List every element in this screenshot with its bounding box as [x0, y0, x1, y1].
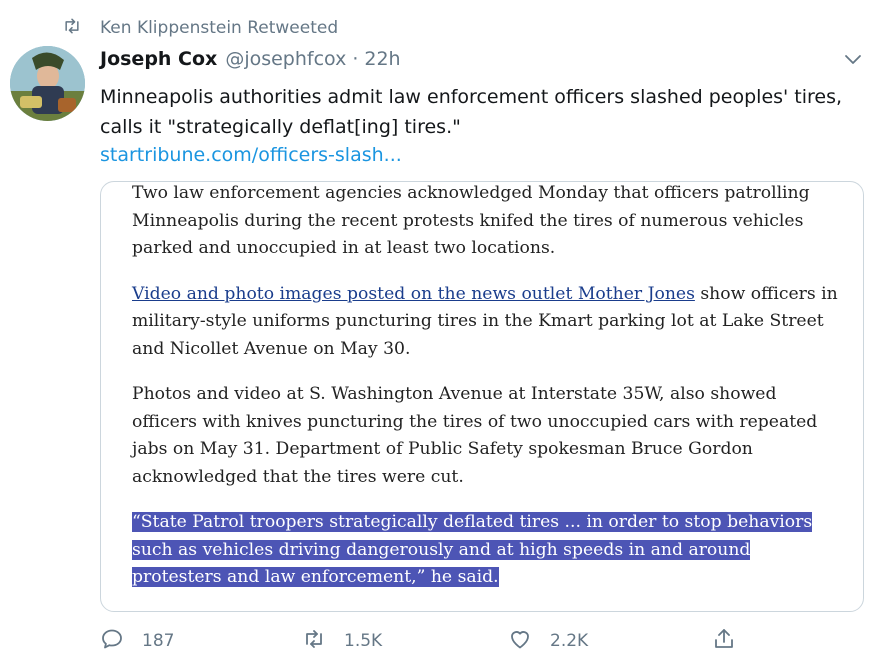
separator-dot: · [352, 48, 359, 70]
reply-count: 187 [142, 631, 175, 651]
media-card[interactable]: Two law enforcement agencies acknowledge… [100, 181, 864, 612]
tweet-timestamp[interactable]: 22h [364, 48, 400, 70]
author-name[interactable]: Joseph Cox [100, 48, 217, 70]
article-mother-jones-link: Video and photo images posted on the new… [132, 283, 695, 304]
share-button[interactable] [712, 624, 736, 658]
like-button[interactable]: 2.2K [508, 624, 588, 658]
retweet-icon [302, 627, 326, 655]
tweet-header: Joseph Cox @josephfcox · 22h [100, 48, 401, 74]
retweet-context: Ken Klippenstein Retweeted [62, 14, 338, 42]
more-options-chevron-down-icon[interactable] [842, 52, 864, 68]
retweet-context-icon [62, 16, 82, 40]
like-count: 2.2K [550, 631, 589, 651]
highlighted-quote: “State Patrol troopers strategically def… [132, 512, 813, 587]
reply-button[interactable]: 187 [100, 624, 174, 658]
article-paragraph-4: “State Patrol troopers strategically def… [132, 509, 842, 592]
share-icon [712, 627, 736, 655]
article-paragraph-1: Two law enforcement agencies acknowledge… [132, 183, 810, 258]
author-handle[interactable]: @josephfcox [225, 48, 346, 70]
tweet-actions: 187 1.5K 2.2K [100, 624, 840, 658]
retweeted-by-label[interactable]: Ken Klippenstein Retweeted [100, 18, 338, 38]
article-paragraph-3: Photos and video at S. Washington Avenue… [132, 384, 818, 487]
avatar[interactable] [10, 46, 85, 121]
retweet-count: 1.5K [344, 631, 383, 651]
retweet-button[interactable]: 1.5K [302, 624, 382, 658]
like-icon [508, 627, 532, 655]
reply-icon [100, 627, 124, 655]
article-image-text: Two law enforcement agencies acknowledge… [132, 182, 842, 610]
article-paragraph-2: Video and photo images posted on the new… [132, 281, 842, 364]
tweet-text: Minneapolis authorities admit law enforc… [100, 86, 843, 138]
tweet-link[interactable]: startribune.com/officers-slash... [100, 142, 402, 168]
